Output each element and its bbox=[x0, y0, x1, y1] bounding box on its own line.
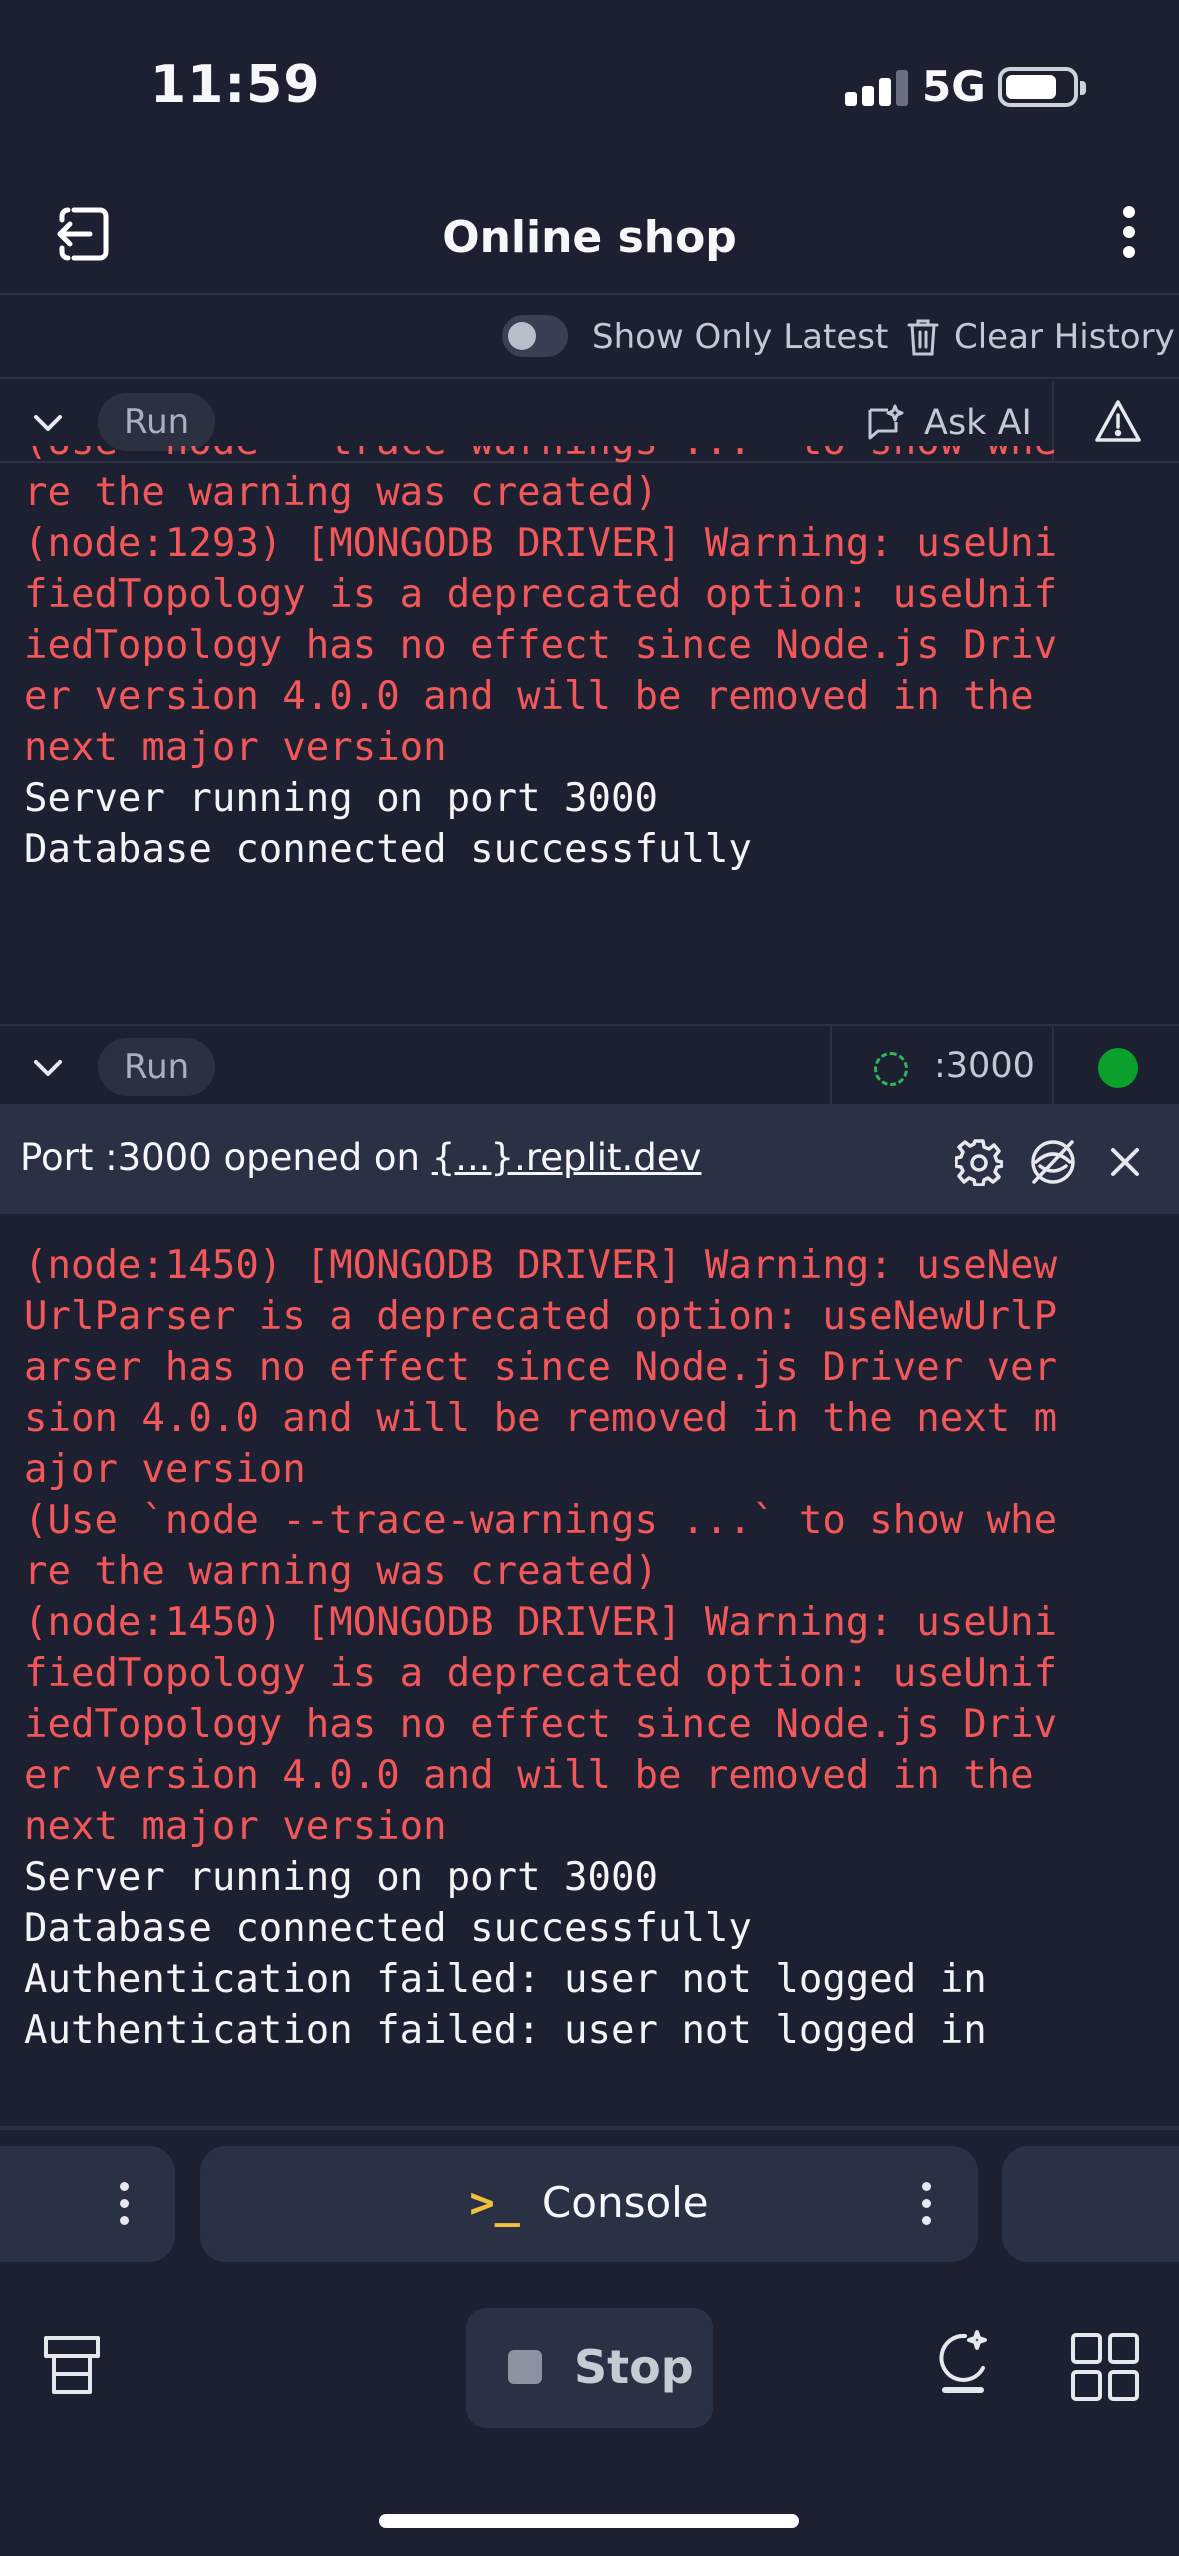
console-line: arser has no effect since Node.js Driver… bbox=[24, 1345, 1058, 1390]
console-line: next major version bbox=[24, 725, 447, 770]
run-badge[interactable]: Run bbox=[98, 393, 216, 451]
console-tab-label: >_ Console bbox=[200, 2178, 978, 2227]
console-line: sion 4.0.0 and will be removed in the ne… bbox=[24, 1396, 1058, 1441]
stop-icon bbox=[508, 2350, 542, 2384]
console-output-1: (Use `node --trace-warnings ...` to show… bbox=[0, 446, 1179, 1022]
console-line: re the warning was created) bbox=[24, 1549, 658, 1594]
console-line: Server running on port 3000 bbox=[24, 776, 658, 821]
divider bbox=[830, 1026, 832, 1108]
console-line: ajor version bbox=[24, 1447, 306, 1492]
status-bar: 11:59 5G bbox=[0, 0, 1179, 170]
port-indicator[interactable]: :3000 bbox=[934, 1046, 1035, 1086]
trash-icon[interactable] bbox=[906, 317, 940, 357]
terminal-prompt-icon: >_ bbox=[469, 2178, 520, 2227]
pane-tabs: >_ Console bbox=[0, 2146, 1179, 2264]
close-icon[interactable] bbox=[1105, 1142, 1145, 1182]
ask-ai-button[interactable]: Ask AI bbox=[866, 401, 1032, 445]
replit-dev-link[interactable]: {...}.replit.dev bbox=[432, 1136, 702, 1179]
loading-spinner-icon bbox=[874, 1052, 908, 1086]
clear-history-button[interactable]: Clear History bbox=[954, 317, 1175, 357]
console-line: (node:1293) [MONGODB DRIVER] Warning: us… bbox=[24, 521, 1058, 566]
port-opened-banner: Port :3000 opened on {...}.replit.dev bbox=[0, 1106, 1179, 1214]
console-line: er version 4.0.0 and will be removed in … bbox=[24, 674, 1034, 719]
console-line: re the warning was created) bbox=[24, 470, 658, 515]
console-tab-text: Console bbox=[541, 2178, 709, 2227]
console-line: Server running on port 3000 bbox=[24, 1855, 658, 1900]
console-line: Database connected successfully bbox=[24, 827, 752, 872]
status-time: 11:59 bbox=[150, 55, 321, 115]
console-line: iedTopology has no effect since Node.js … bbox=[24, 1702, 1058, 1747]
console-line: iedTopology has no effect since Node.js … bbox=[24, 623, 1058, 668]
hidden-eye-icon[interactable] bbox=[1028, 1138, 1078, 1186]
tab-next[interactable] bbox=[1002, 2146, 1179, 2262]
console-line: Authentication failed: user not logged i… bbox=[24, 2008, 987, 2053]
console-line: (Use `node --trace-warnings ...` to show… bbox=[24, 1498, 1058, 1543]
stop-button[interactable]: Stop bbox=[466, 2308, 713, 2428]
battery-icon bbox=[998, 67, 1086, 107]
run-badge[interactable]: Run bbox=[98, 1038, 216, 1096]
console-line: (node:1450) [MONGODB DRIVER] Warning: us… bbox=[24, 1243, 1058, 1288]
tab-console[interactable]: >_ Console bbox=[200, 2146, 978, 2262]
console-output-2: (node:1450) [MONGODB DRIVER] Warning: us… bbox=[0, 1240, 1179, 2120]
port-banner-text: Port :3000 opened on {...}.replit.dev bbox=[20, 1136, 701, 1179]
console-line: UrlParser is a deprecated option: useNew… bbox=[24, 1294, 1058, 1339]
apps-grid-icon[interactable] bbox=[1070, 2332, 1140, 2402]
app-header: Online shop bbox=[0, 170, 1179, 295]
console-divider[interactable] bbox=[0, 2126, 1179, 2130]
more-options-button[interactable] bbox=[1121, 206, 1137, 262]
warning-icon[interactable] bbox=[1094, 399, 1142, 443]
ai-assistant-icon[interactable] bbox=[935, 2328, 991, 2400]
show-only-latest-label[interactable]: Show Only Latest bbox=[592, 317, 888, 357]
divider bbox=[1052, 1026, 1054, 1108]
run-panel-2-header: Run :3000 bbox=[0, 1024, 1179, 1108]
stop-label: Stop bbox=[574, 2340, 694, 2394]
chat-sparkle-icon bbox=[868, 404, 904, 440]
gear-icon[interactable] bbox=[955, 1138, 1003, 1186]
cellular-signal-icon bbox=[845, 70, 909, 106]
tab-menu-icon[interactable] bbox=[120, 2182, 130, 2228]
console-line: (node:1450) [MONGODB DRIVER] Warning: us… bbox=[24, 1600, 1058, 1645]
console-line: (Use `node --trace-warnings ...` to show… bbox=[24, 446, 1179, 467]
tab-previous[interactable] bbox=[0, 2146, 175, 2262]
running-status-dot bbox=[1098, 1048, 1138, 1088]
console-line: next major version bbox=[24, 1804, 447, 1849]
console-line: er version 4.0.0 and will be removed in … bbox=[24, 1753, 1034, 1798]
console-line: Authentication failed: user not logged i… bbox=[24, 1957, 987, 2002]
chevron-down-icon[interactable] bbox=[30, 1050, 66, 1086]
network-type: 5G bbox=[922, 62, 986, 111]
chevron-down-icon[interactable] bbox=[30, 405, 66, 441]
port-banner-prefix: Port :3000 opened on bbox=[20, 1136, 432, 1179]
show-only-latest-toggle[interactable] bbox=[502, 315, 568, 357]
ask-ai-label: Ask AI bbox=[924, 403, 1032, 443]
console-line: Database connected successfully bbox=[24, 1906, 752, 1951]
console-toolbar: Show Only Latest Clear History bbox=[0, 297, 1179, 379]
console-line: fiedTopology is a deprecated option: use… bbox=[24, 572, 1058, 617]
tab-menu-icon[interactable] bbox=[922, 2182, 932, 2228]
home-indicator[interactable] bbox=[379, 2514, 799, 2528]
database-icon[interactable] bbox=[42, 2334, 102, 2398]
page-title: Online shop bbox=[442, 212, 737, 263]
console-line: fiedTopology is a deprecated option: use… bbox=[24, 1651, 1058, 1696]
